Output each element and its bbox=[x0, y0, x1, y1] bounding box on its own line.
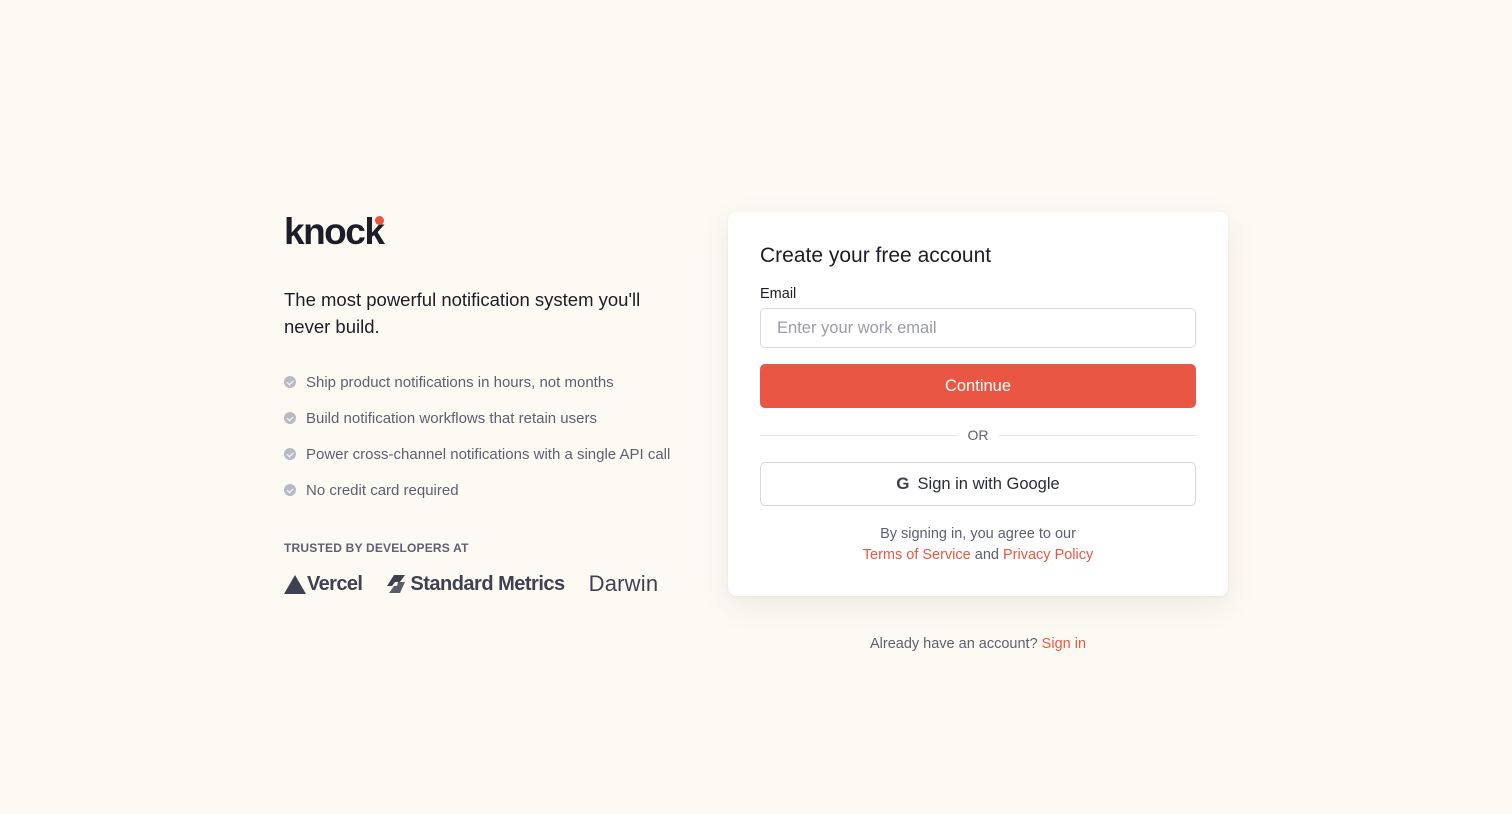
divider-line bbox=[760, 434, 958, 436]
check-circle-icon bbox=[284, 412, 296, 424]
feature-item: No credit card required bbox=[284, 472, 704, 508]
legal-and: and bbox=[974, 547, 999, 563]
darwin-logo: Darwin bbox=[589, 571, 659, 597]
feature-text: Build notification workflows that retain… bbox=[306, 409, 597, 427]
logo-wordmark: knock bbox=[284, 211, 385, 252]
feature-text: Power cross-channel notifications with a… bbox=[306, 445, 671, 463]
logo-dot bbox=[375, 216, 384, 225]
standard-metrics-wordmark: Standard Metrics bbox=[410, 572, 565, 595]
signup-page: knock The most powerful notification sys… bbox=[0, 0, 1512, 814]
darwin-wordmark: Darwin bbox=[588, 571, 659, 596]
hero-tagline: The most powerful notification system yo… bbox=[284, 289, 641, 337]
customer-logos: Vercel Standard Metrics Darwin bbox=[284, 571, 704, 597]
knock-logo: knock bbox=[284, 212, 394, 250]
divider-label: OR bbox=[967, 427, 989, 443]
signup-card: Create your free account Email Continue … bbox=[728, 212, 1228, 596]
continue-button[interactable]: Continue bbox=[760, 364, 1196, 408]
trusted-by-label: TRUSTED BY DEVELOPERS AT bbox=[284, 541, 469, 555]
check-circle-icon bbox=[284, 448, 296, 460]
legal-links: Terms of Service and Privacy Policy bbox=[760, 545, 1196, 566]
email-input[interactable] bbox=[760, 308, 1196, 348]
check-circle-icon bbox=[284, 376, 296, 388]
standard-metrics-logo: Standard Metrics bbox=[386, 572, 565, 596]
or-divider: OR bbox=[760, 425, 1196, 445]
vercel-wordmark: Vercel bbox=[307, 572, 363, 595]
standard-metrics-icon bbox=[387, 575, 406, 593]
feature-text: No credit card required bbox=[306, 481, 459, 499]
feature-list: Ship product notifications in hours, not… bbox=[284, 364, 704, 508]
google-button-label: Sign in with Google bbox=[917, 474, 1060, 493]
card-title: Create your free account bbox=[760, 244, 992, 267]
vercel-triangle-icon bbox=[284, 574, 306, 594]
signin-link[interactable]: Sign in bbox=[1042, 636, 1086, 652]
terms-link[interactable]: Terms of Service bbox=[863, 547, 971, 563]
legal-prefix: By signing in, you agree to our bbox=[880, 526, 1076, 542]
email-label: Email bbox=[760, 286, 797, 302]
legal-notice: By signing in, you agree to our Terms of… bbox=[760, 524, 1196, 566]
check-circle-icon bbox=[284, 484, 296, 496]
google-signin-button[interactable]: G Sign in with Google bbox=[760, 462, 1196, 506]
feature-item: Ship product notifications in hours, not… bbox=[284, 364, 704, 400]
google-g-icon: G bbox=[896, 474, 910, 493]
vercel-logo: Vercel bbox=[284, 572, 363, 596]
privacy-link[interactable]: Privacy Policy bbox=[1003, 547, 1093, 563]
divider-line bbox=[998, 434, 1196, 436]
feature-item: Power cross-channel notifications with a… bbox=[284, 436, 704, 472]
existing-account-prompt: Already have an account? Sign in bbox=[728, 636, 1228, 652]
feature-item: Build notification workflows that retain… bbox=[284, 400, 704, 436]
already-text: Already have an account? bbox=[869, 636, 1038, 652]
feature-text: Ship product notifications in hours, not… bbox=[306, 373, 614, 391]
hero-panel: knock The most powerful notification sys… bbox=[284, 212, 704, 597]
